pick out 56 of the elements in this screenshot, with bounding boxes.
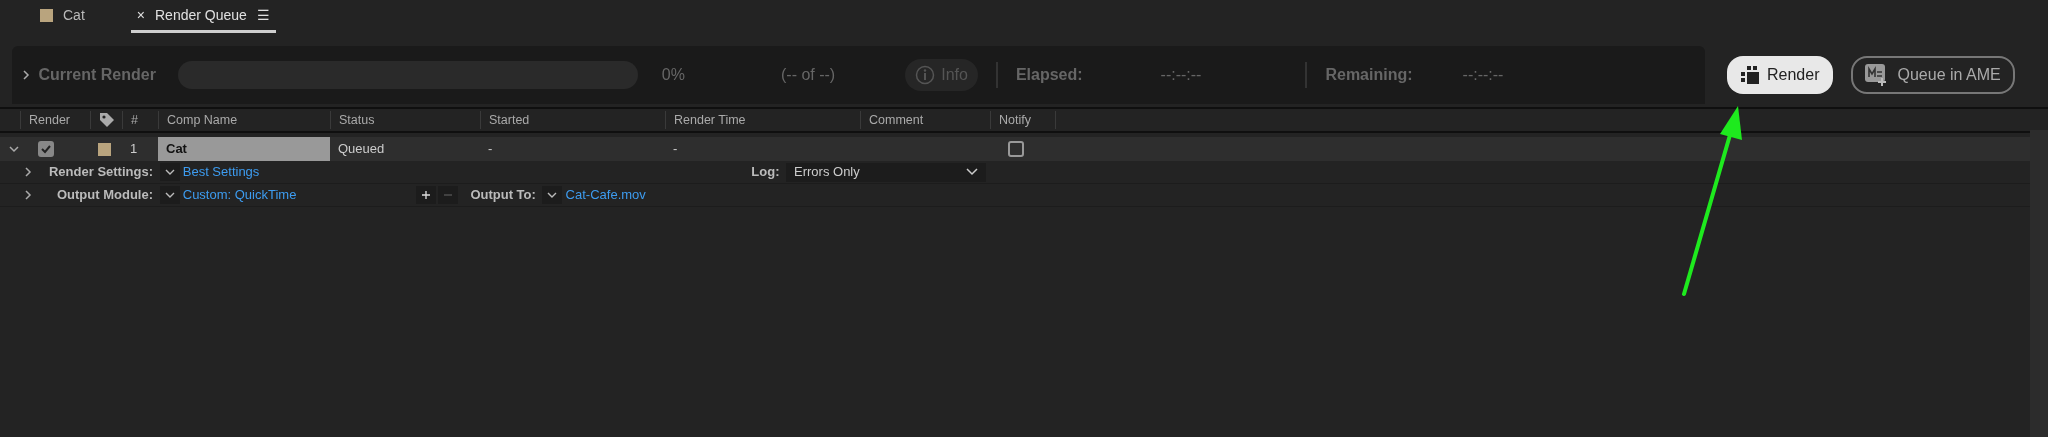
render-checkbox[interactable] [38,141,54,157]
table-cell-text: - [487,140,494,158]
chevron-icon[interactable] [8,143,20,155]
elapsed-label: Elapsed: [1015,65,1083,85]
column-header: Started [480,111,665,129]
column-header: Status [330,111,480,129]
setting-label: Output Module: [55,186,153,205]
panel-title: Current Render [38,65,156,85]
tab[interactable]: Cat [34,1,91,33]
setting-label: Render Settings: [48,163,153,182]
caret-icon [164,192,175,198]
table-cell-text: - [672,140,679,158]
dropdown-button[interactable] [542,186,563,204]
caret-icon [164,169,175,175]
percent-text: 0% [661,65,685,85]
setting-link[interactable]: Best Settings [182,162,260,182]
remaining-value: --:--:-- [1462,65,1504,85]
tab[interactable]: × Render Queue ☰ [130,1,276,33]
comp-name-cell: Cat [158,137,330,161]
table-cell-text: 1 [129,140,139,158]
tab-label: Render Queue [155,6,247,25]
dropdown-button[interactable] [159,186,180,204]
tab-label: Cat [63,6,85,25]
setting-link[interactable]: Custom: QuickTime [182,185,297,205]
column-header: Render Time [665,111,860,129]
add-button[interactable] [416,186,437,204]
plus-icon [422,189,431,201]
check-icon [41,144,51,154]
count-text: (-- of --) [781,65,836,85]
render-icon [1741,66,1759,84]
close-icon[interactable]: × [136,5,145,26]
column-header: Render [20,111,90,129]
remaining-label: Remaining: [1325,65,1413,85]
caret-icon [547,192,558,198]
output-to-label: Output To: [470,186,536,205]
elapsed-value: --:--:-- [1160,65,1202,85]
table-cell-text: Queued [337,140,386,158]
tag-icon [99,112,115,128]
caret-icon [966,168,978,176]
dropdown-value: Errors Only [794,163,860,182]
render-button[interactable]: Render [1727,56,1834,94]
output-file-link[interactable]: Cat-Cafe.mov [565,185,646,205]
column-header: Comment [860,111,990,129]
info-icon [915,65,936,85]
queue-button[interactable]: Queue in AME [1851,56,2015,94]
column-header: Notify [990,111,1055,129]
notify-checkbox[interactable] [1008,141,1024,157]
column-header: Comp Name [158,111,330,129]
dropdown-button[interactable] [159,163,180,181]
log-dropdown[interactable]: Errors Only [786,162,986,182]
column-header: # [122,111,158,129]
chevron-icon[interactable] [22,189,34,201]
menu-icon[interactable]: ☰ [256,5,270,26]
chevron-icon[interactable] [20,69,32,81]
chevron-icon[interactable] [22,166,34,178]
log-label: Log: [751,163,780,182]
